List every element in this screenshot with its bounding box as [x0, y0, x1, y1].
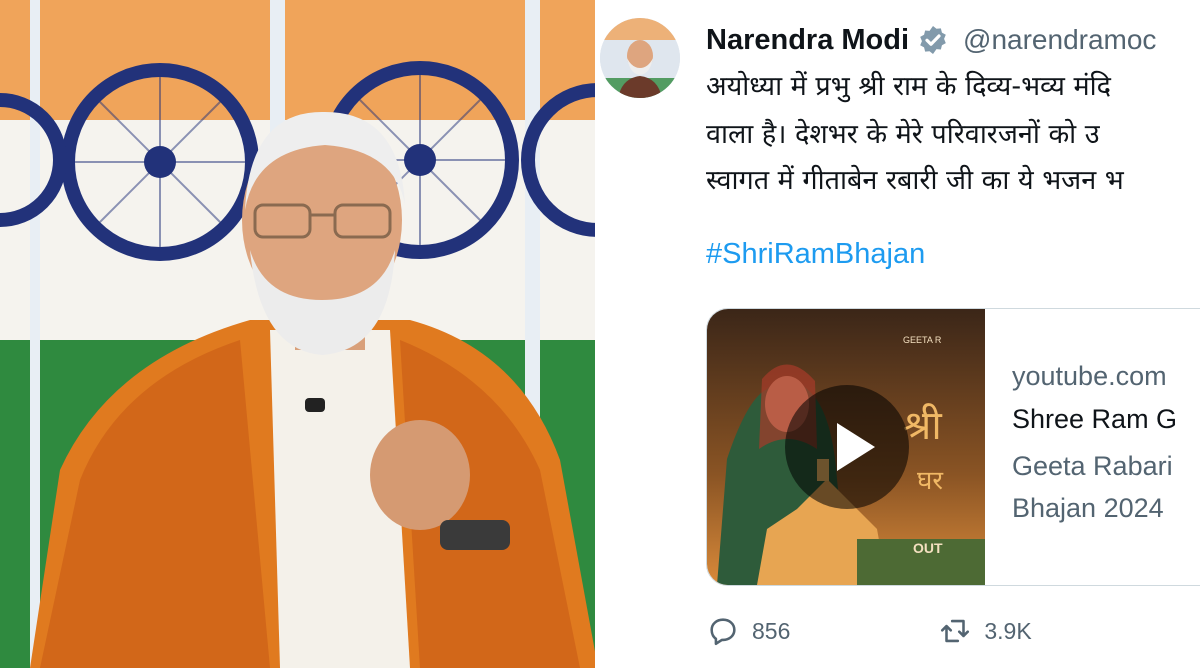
avatar-image: [600, 18, 680, 98]
card-title: Shree Ram G: [1012, 404, 1178, 434]
thumbnail-lettering-2: घर: [917, 466, 944, 496]
reply-icon: [710, 618, 736, 646]
tweet-text-line-3: स्वागत में गीताबेन रबारी जी का ये भजन भ: [706, 165, 1124, 196]
thumbnail-lettering-3: OUT: [913, 540, 943, 556]
card-description-line-1: Geeta Rabari: [1012, 451, 1173, 481]
tweet-text-line-2: वाला है। देशभर के मेरे परिवारजनों को उ: [706, 119, 1100, 150]
thumbnail-lettering-4: GEETA R: [903, 335, 942, 345]
repost-button[interactable]: 3.9K: [938, 614, 1032, 648]
repost-count: 3.9K: [984, 617, 1032, 644]
tweet-text-line-1: अयोध्या में प्रभु श्री राम के दिव्य-भव्य…: [706, 71, 1111, 102]
card-text: youtube.com Shree Ram G Geeta Rabari Bha…: [1012, 361, 1177, 529]
speaker-photo: [0, 0, 598, 668]
author-name[interactable]: Narendra Modi: [706, 24, 909, 57]
repost-icon: [941, 619, 970, 643]
author-handle[interactable]: @narendramoc: [963, 24, 1156, 56]
reply-count: 856: [752, 617, 791, 644]
card-domain: youtube.com: [1012, 361, 1167, 391]
photo-illustration: [0, 61, 598, 668]
video-thumbnail[interactable]: श्री घर OUT GEETA R: [707, 309, 985, 585]
author-avatar[interactable]: [600, 18, 680, 98]
author-row: Narendra Modi @narendramoc: [706, 20, 1156, 60]
card-description-line-2: Bhajan 2024: [1012, 493, 1164, 523]
play-icon: [837, 423, 875, 471]
verified-badge-icon: [917, 24, 949, 56]
reply-button[interactable]: 856: [706, 614, 790, 648]
play-button[interactable]: [785, 385, 909, 509]
link-card[interactable]: श्री घर OUT GEETA R youtube.com Shree Ra…: [706, 308, 1200, 586]
tweet-actions: 856 3.9K: [706, 614, 1032, 648]
tweet: Narendra Modi @narendramoc अयोध्या में प…: [598, 0, 1200, 668]
hashtag-link[interactable]: #ShriRamBhajan: [706, 238, 925, 271]
